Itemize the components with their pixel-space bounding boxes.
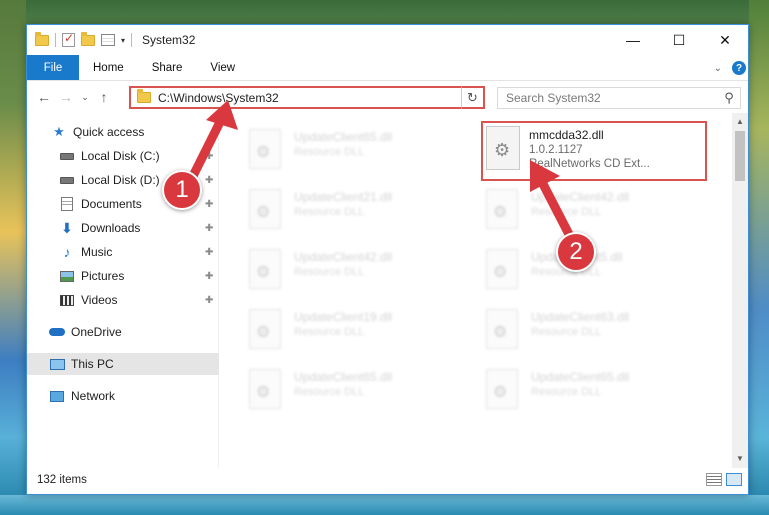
step-1-badge: 1 — [162, 170, 202, 210]
annotation-arrows — [181, 100, 579, 249]
step-2-badge: 2 — [556, 232, 596, 272]
